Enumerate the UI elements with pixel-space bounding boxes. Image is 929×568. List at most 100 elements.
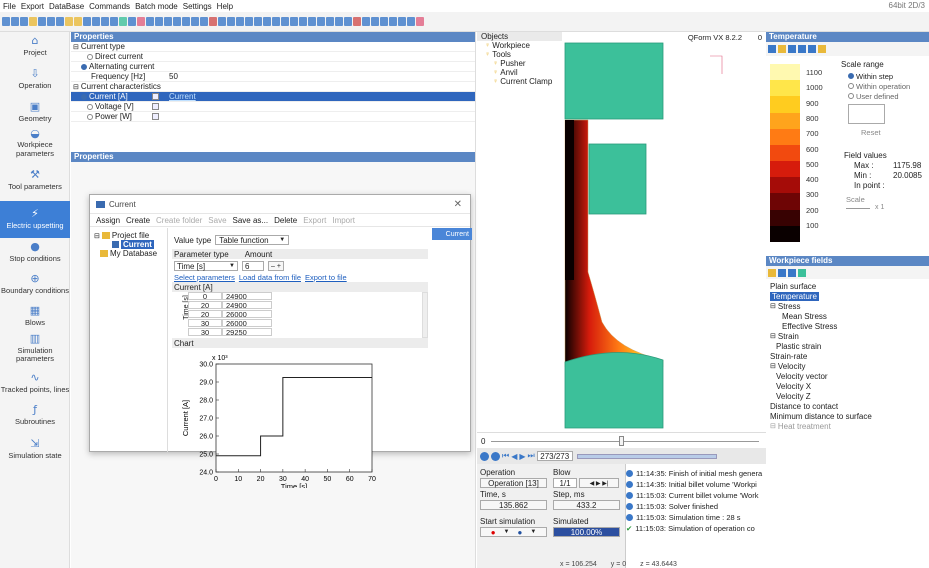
scale-slider[interactable] (846, 208, 870, 209)
toolbar-tool-icon[interactable] (299, 17, 307, 26)
sidebar-item-electric-upsetting[interactable]: ⚡ Electric upsetting (0, 201, 70, 238)
viewer-3d[interactable]: QForm VX 8.2.2 0 (562, 32, 766, 432)
toolbar-tool-icon[interactable] (128, 17, 136, 26)
toolbar-tool-icon[interactable] (101, 17, 109, 26)
toolbar-tool-icon[interactable] (83, 17, 91, 26)
property-row[interactable]: Current [A] Current (71, 92, 475, 102)
field-stress[interactable]: ⊟ Stress (770, 301, 929, 311)
tree-item-my-database[interactable]: My Database (94, 249, 163, 258)
toolbar-tool-icon[interactable] (92, 17, 100, 26)
sidebar-item-blows[interactable]: ▦ Blows (0, 302, 70, 331)
reset-button[interactable]: Reset (861, 128, 881, 137)
toolbar-tool-icon[interactable] (254, 17, 262, 26)
toolbar-tool-icon[interactable] (416, 17, 424, 26)
contour-icon[interactable] (808, 45, 816, 53)
field-plastic-strain[interactable]: Plastic strain (770, 341, 929, 351)
menu-commands[interactable]: Commands (89, 2, 130, 11)
field-effective-stress[interactable]: Effective Stress (770, 321, 929, 331)
toolbar-tool-icon[interactable] (272, 17, 280, 26)
toolbar-tool-icon[interactable] (29, 17, 37, 26)
radio-button[interactable] (81, 93, 87, 100)
property-value[interactable]: Current (163, 92, 196, 101)
collapse-icon[interactable]: ⊟ (73, 43, 79, 51)
table-row[interactable]: 20 24900 (188, 301, 348, 310)
field-minimum-distance-to-surface[interactable]: Minimum distance to surface (770, 411, 929, 421)
sidebar-item-workpiece-parameters[interactable]: ◒ Workpiece parameters (0, 127, 70, 160)
radio-button[interactable] (87, 113, 93, 120)
operation-select[interactable]: Operation [13] (480, 478, 547, 488)
object-anvil[interactable]: ♀ Anvil (481, 68, 562, 77)
sidebar-item-operation[interactable]: ⇩ Operation (0, 61, 70, 98)
toolbar-tool-icon[interactable] (335, 17, 343, 26)
field-velocity[interactable]: ⊟ Velocity (770, 361, 929, 371)
toolbar-tool-icon[interactable] (74, 17, 82, 26)
toolbar-tool-icon[interactable] (47, 17, 55, 26)
toolbar-tool-icon[interactable] (398, 17, 406, 26)
sidebar-item-tracked-points-lines[interactable]: ∿ Tracked points, lines (0, 366, 70, 401)
radio-button[interactable] (848, 83, 854, 89)
toolbar-tool-icon[interactable] (2, 17, 10, 26)
toolbar-tool-icon[interactable] (236, 17, 244, 26)
toolbar-tool-icon[interactable] (245, 17, 253, 26)
close-icon[interactable]: ✕ (454, 199, 462, 210)
collapse-icon[interactable]: ⊟ (770, 332, 776, 340)
table-row[interactable]: 20 26000 (188, 310, 348, 319)
blow-counter[interactable]: 1/1 (553, 478, 577, 488)
dialog-save-button[interactable]: Save (208, 216, 226, 225)
time-slider[interactable]: 0 (477, 432, 766, 448)
collapse-icon[interactable]: ⊟ (73, 83, 79, 91)
table-icon[interactable] (152, 113, 159, 120)
toolbar-tool-icon[interactable] (56, 17, 64, 26)
sidebar-item-tool-parameters[interactable]: ⚒ Tool parameters (0, 160, 70, 201)
dialog-create-folder-button[interactable]: Create folder (156, 216, 202, 225)
stepper-icon[interactable]: – + (268, 261, 284, 271)
sidebar-item-simulation-state[interactable]: ⇲ Simulation state (0, 430, 70, 469)
field-temperature[interactable]: Temperature (770, 291, 929, 301)
toolbar-tool-icon[interactable] (362, 17, 370, 26)
table-icon[interactable] (152, 103, 159, 110)
tree-item-project-file[interactable]: ⊟ Project file (94, 231, 163, 240)
sidebar-item-simulation-parameters[interactable]: ▥ Simulation parameters (0, 331, 70, 366)
object-workpiece[interactable]: ♀ Workpiece (481, 41, 562, 50)
last-step-icon[interactable]: ⏭ (528, 451, 535, 461)
options-icon[interactable] (818, 45, 826, 53)
sidebar-item-stop-conditions[interactable]: ● Stop conditions (0, 238, 70, 267)
collapse-icon[interactable]: ⊟ (770, 302, 776, 310)
toolbar-tool-icon[interactable] (11, 17, 19, 26)
user-range-input[interactable] (848, 104, 885, 124)
radio-button[interactable] (87, 103, 93, 110)
step-counter[interactable]: 273/273 (536, 451, 573, 461)
toolbar-tool-icon[interactable] (344, 17, 352, 26)
object-current-clamp[interactable]: ♀ Current Clamp (481, 77, 562, 86)
field-distance-to-contact[interactable]: Distance to contact (770, 401, 929, 411)
link-export-to-file[interactable]: Export to file (305, 273, 347, 282)
toolbar-tool-icon[interactable] (110, 17, 118, 26)
table-row[interactable]: 0 24900 (188, 292, 348, 301)
toolbar-tool-icon[interactable] (353, 17, 361, 26)
toolbar-tool-icon[interactable] (317, 17, 325, 26)
field-velocity-vector[interactable]: Velocity vector (770, 371, 929, 381)
next-step-icon[interactable]: ▶ (519, 452, 525, 461)
field-strain[interactable]: ⊟ Strain (770, 331, 929, 341)
legend-icon[interactable] (768, 45, 776, 53)
field-velocity-x[interactable]: Velocity X (770, 381, 929, 391)
link-load-data-from-file[interactable]: Load data from file (239, 273, 301, 282)
collapse-icon[interactable]: ⊟ (770, 362, 776, 370)
toolbar-tool-icon[interactable] (65, 17, 73, 26)
radio-button[interactable] (87, 53, 93, 60)
dialog-assign-button[interactable]: Assign (96, 216, 120, 225)
table-row[interactable]: 30 26000 (188, 319, 348, 328)
toolbar-tool-icon[interactable] (407, 17, 415, 26)
property-row[interactable]: Frequency [Hz] 50 (71, 72, 475, 82)
play-icon[interactable] (480, 451, 489, 461)
toolbar-tool-icon[interactable] (20, 17, 28, 26)
prev-step-icon[interactable]: ◀ (511, 452, 517, 461)
radio-button[interactable] (848, 93, 854, 99)
menu-file[interactable]: File (3, 2, 16, 11)
current-tab[interactable]: Current (432, 228, 472, 240)
toolbar-tool-icon[interactable] (173, 17, 181, 26)
record-icon[interactable] (491, 451, 500, 461)
toolbar-tool-icon[interactable] (164, 17, 172, 26)
dialog-delete-button[interactable]: Delete (274, 216, 297, 225)
property-row[interactable]: Alternating current (71, 62, 475, 72)
